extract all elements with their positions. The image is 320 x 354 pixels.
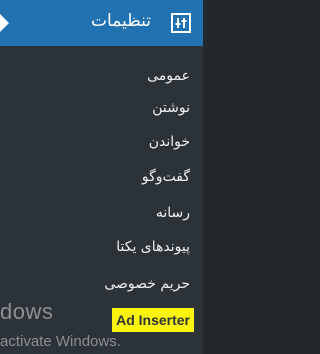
submenu-item-general[interactable]: عمومی [147, 64, 190, 88]
submenu-item-media[interactable]: رسانه [156, 201, 190, 225]
submenu-item-reading[interactable]: خواندن [149, 130, 190, 154]
settings-sliders-icon [171, 13, 191, 33]
settings-title: تنظیمات [91, 11, 151, 31]
active-indicator [0, 14, 9, 32]
settings-menu: تنظیمات عمومی نوشتن خواندن گفت‌وگو رسانه… [0, 0, 203, 354]
submenu-item-ad-inserter[interactable]: Ad Inserter [112, 308, 194, 332]
settings-menu-header[interactable]: تنظیمات [0, 0, 203, 46]
submenu-item-permalinks[interactable]: پیوندهای یکتا [116, 235, 190, 259]
submenu-item-privacy[interactable]: حریم خصوصی [104, 272, 190, 296]
activate-windows-watermark: dows [0, 299, 54, 324]
activate-windows-subtext: activate Windows. [0, 333, 121, 350]
submenu-item-writing[interactable]: نوشتن [152, 96, 190, 120]
submenu-item-discussion[interactable]: گفت‌وگو [142, 165, 190, 189]
